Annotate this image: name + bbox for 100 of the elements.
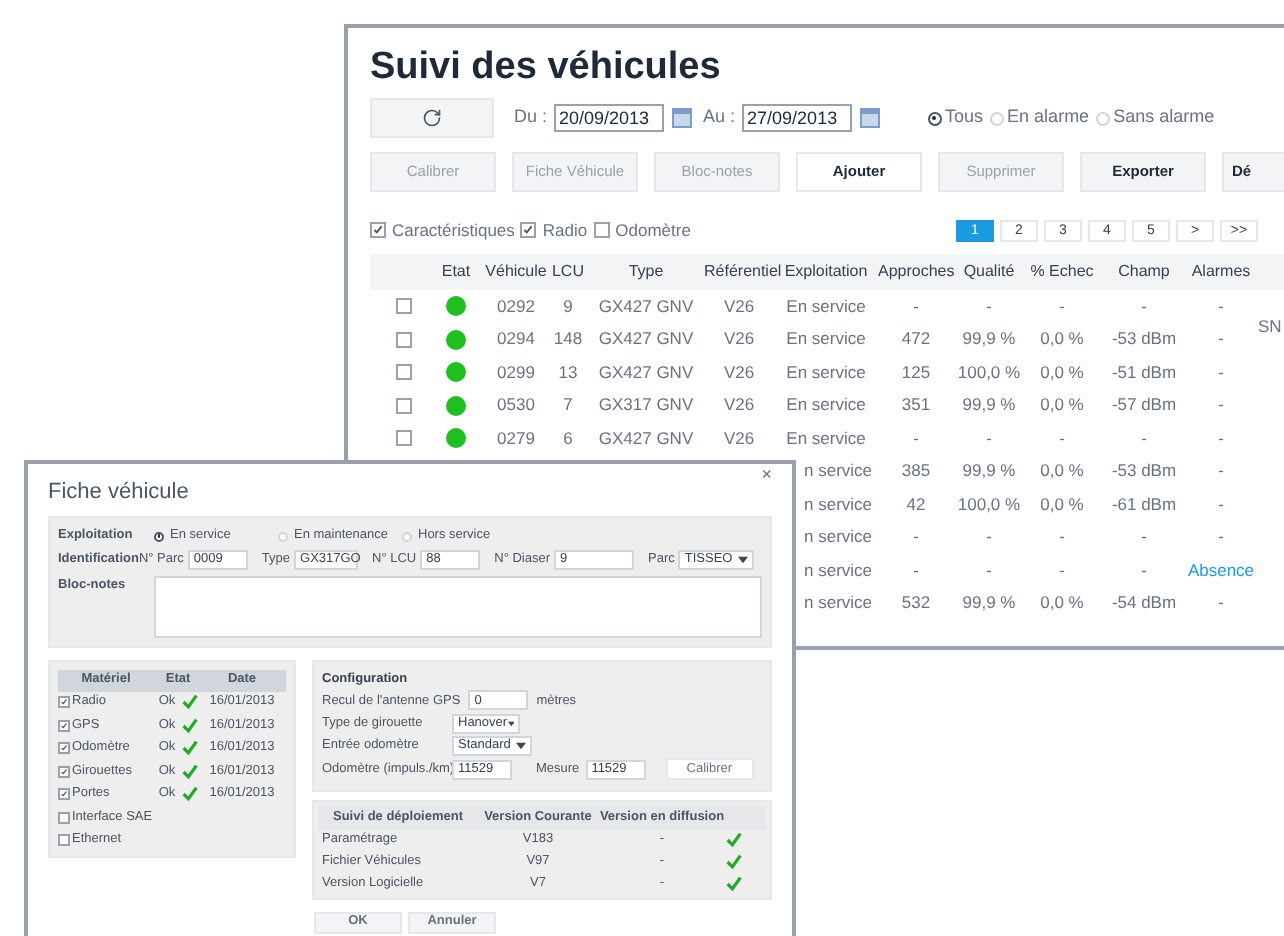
table-cell: 0294 bbox=[497, 326, 535, 353]
date-field[interactable]: 27/09/2013 bbox=[741, 104, 852, 132]
table-cell: - bbox=[913, 425, 919, 452]
table-cell: 0,0 % bbox=[1040, 359, 1084, 386]
table-cell: - bbox=[986, 293, 992, 320]
table-cell: 9 bbox=[563, 293, 573, 320]
date-field[interactable]: 20/09/2013 bbox=[553, 104, 664, 132]
checkbox[interactable] bbox=[396, 298, 412, 315]
table-cell: En service bbox=[786, 326, 866, 353]
table-cell: - bbox=[1059, 293, 1065, 320]
column-header: LCU bbox=[549, 260, 586, 284]
table-cell: -54 dBm bbox=[1111, 590, 1177, 617]
refresh-button[interactable] bbox=[370, 98, 494, 138]
table-cell: - bbox=[986, 524, 992, 551]
table-cell: En service bbox=[786, 359, 866, 386]
table-cell: - bbox=[1059, 557, 1065, 584]
table-cell: - bbox=[1218, 524, 1224, 551]
table-cell: 99,9 % bbox=[962, 458, 1016, 485]
checkbox[interactable] bbox=[58, 811, 70, 824]
table-cell: 0,0 % bbox=[1040, 392, 1084, 419]
table-cell: 125 bbox=[901, 359, 931, 386]
calendar-icon[interactable] bbox=[859, 108, 880, 128]
table-cell: n service bbox=[804, 491, 873, 518]
close-button[interactable]: × bbox=[761, 466, 772, 484]
radio-label: En alarme bbox=[1007, 104, 1090, 131]
caret-icon bbox=[738, 555, 749, 563]
column-header: % Echec bbox=[1028, 260, 1096, 284]
table-cell: n service bbox=[804, 590, 873, 617]
table-cell: V26 bbox=[723, 425, 755, 452]
table-cell: - bbox=[1141, 524, 1147, 551]
table-cell: 99,9 % bbox=[962, 590, 1016, 617]
checkbox[interactable] bbox=[58, 742, 70, 755]
table-cell: - bbox=[1218, 326, 1224, 353]
table-cell: - bbox=[1218, 425, 1224, 452]
table-cell: 0279 bbox=[497, 425, 535, 452]
table-cell: -57 dBm bbox=[1111, 392, 1177, 419]
table-cell: 472 bbox=[901, 326, 931, 353]
table-cell: 0530 bbox=[497, 392, 535, 419]
checkbox[interactable] bbox=[58, 765, 70, 778]
table-cell: - bbox=[1218, 590, 1224, 617]
column-header: Type bbox=[626, 260, 666, 284]
column-header: Approches bbox=[878, 260, 954, 284]
table-cell: 7 bbox=[563, 392, 573, 419]
checkbox[interactable] bbox=[58, 834, 70, 847]
table-cell: 0,0 % bbox=[1040, 590, 1084, 617]
table-cell: - bbox=[913, 293, 919, 320]
checkbox[interactable] bbox=[520, 222, 537, 238]
checkbox[interactable] bbox=[593, 222, 610, 238]
table-cell: 42 bbox=[906, 491, 926, 518]
checkbox[interactable] bbox=[396, 430, 412, 447]
table-cell: 351 bbox=[901, 392, 931, 419]
table-cell: - bbox=[986, 557, 992, 584]
table-cell: 0292 bbox=[497, 293, 535, 320]
table-cell: V26 bbox=[723, 326, 755, 353]
table-cell: 385 bbox=[901, 458, 931, 485]
table-cell: En service bbox=[786, 293, 866, 320]
table-cell: - bbox=[1059, 524, 1065, 551]
checkbox[interactable] bbox=[58, 788, 70, 801]
column-header: Alarmes bbox=[1189, 260, 1253, 284]
field-label: Au : bbox=[703, 104, 736, 131]
checkbox[interactable] bbox=[396, 364, 412, 381]
calendar-icon[interactable] bbox=[671, 108, 692, 128]
table-cell: - bbox=[1218, 491, 1224, 518]
table-cell: - bbox=[1218, 392, 1224, 419]
radio-label: Sans alarme bbox=[1113, 104, 1215, 131]
checkbox[interactable] bbox=[370, 222, 386, 238]
field-label: Du : bbox=[514, 104, 548, 131]
table-cell: V26 bbox=[723, 359, 755, 386]
table-cell: GX427 GNV bbox=[598, 359, 694, 386]
table-cell: 100,0 % bbox=[957, 359, 1021, 386]
table-cell: - bbox=[986, 425, 992, 452]
table-cell: GX427 GNV bbox=[598, 326, 694, 353]
table-cell: -53 dBm bbox=[1111, 458, 1177, 485]
notes-field[interactable] bbox=[154, 575, 762, 637]
checkbox-label: Odomètre bbox=[615, 217, 691, 243]
window-title: Suivi des véhicules bbox=[370, 44, 723, 92]
caret-icon bbox=[516, 742, 526, 751]
table-cell: GX427 GNV bbox=[598, 425, 694, 452]
radio-button[interactable] bbox=[154, 531, 164, 541]
radio-button[interactable] bbox=[927, 111, 942, 125]
table-cell: n service bbox=[804, 524, 873, 551]
table-cell: En service bbox=[786, 425, 866, 452]
dialog-title: Fiche véhicule bbox=[48, 478, 189, 508]
checkbox[interactable] bbox=[58, 719, 70, 732]
column-header: Qualité bbox=[961, 260, 1017, 284]
table-cell: - bbox=[1141, 425, 1147, 452]
table-cell: 0299 bbox=[497, 359, 535, 386]
column-header: Véhicule bbox=[484, 260, 548, 284]
table-cell: 0,0 % bbox=[1040, 326, 1084, 353]
table-cell: GX427 GNV bbox=[598, 293, 694, 320]
table-cell: 0,0 % bbox=[1040, 458, 1084, 485]
table-cell: GX317 GNV bbox=[598, 392, 694, 419]
refresh-icon bbox=[422, 108, 442, 128]
checkbox[interactable] bbox=[396, 331, 412, 348]
table-cell: 99,9 % bbox=[962, 326, 1016, 353]
checkbox[interactable] bbox=[58, 696, 70, 709]
table-cell: - bbox=[1141, 557, 1147, 584]
table-cell: En service bbox=[786, 392, 866, 419]
checkbox[interactable] bbox=[396, 397, 412, 414]
table-cell: 0,0 % bbox=[1040, 491, 1084, 518]
